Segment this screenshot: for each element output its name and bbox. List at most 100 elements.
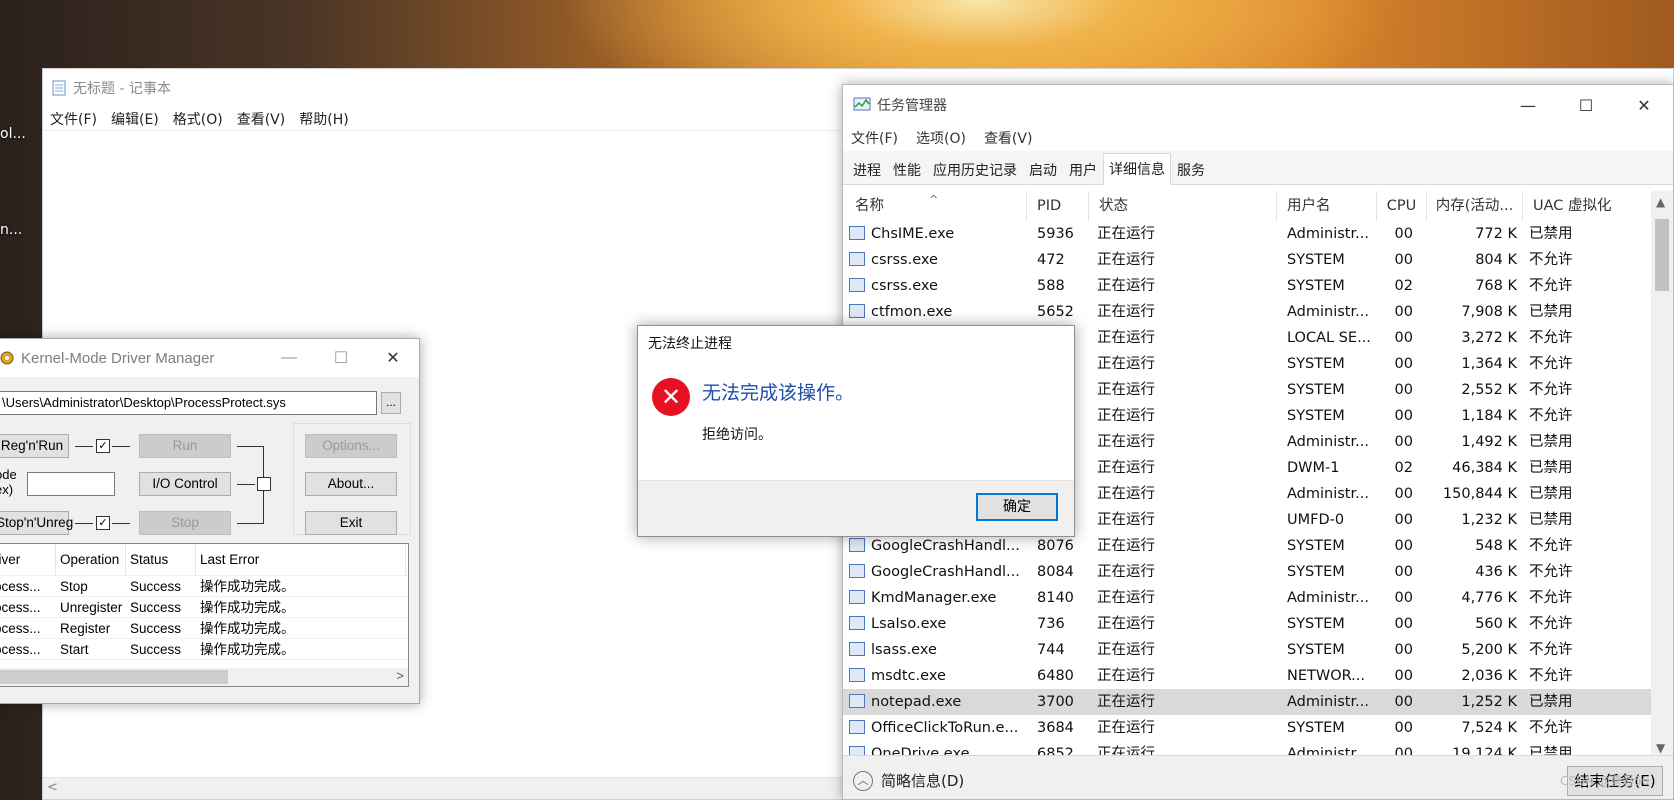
column-header-last-error[interactable]: Last Error bbox=[196, 544, 406, 576]
io-control-button[interactable]: I/O Control bbox=[139, 472, 231, 496]
log-operation: Register bbox=[60, 621, 111, 636]
column-header-status[interactable]: Status bbox=[126, 544, 196, 576]
close-button[interactable]: ✕ bbox=[367, 339, 419, 377]
column-header-pid[interactable]: PID bbox=[1027, 191, 1089, 221]
process-pid: 3700 bbox=[1037, 694, 1074, 710]
close-button[interactable]: ✕ bbox=[1615, 85, 1673, 125]
tab-app-history[interactable]: 应用历史记录 bbox=[927, 156, 1023, 184]
process-user: SYSTEM bbox=[1287, 382, 1345, 398]
maximize-button[interactable]: ☐ bbox=[1557, 85, 1615, 125]
desktop-icon-label[interactable]: ol... bbox=[0, 126, 26, 142]
error-message: 无法完成该操作。 bbox=[702, 382, 855, 404]
fewer-details-button[interactable]: ︿ 简略信息(D) bbox=[853, 770, 964, 791]
options-button[interactable]: Options... bbox=[305, 434, 397, 458]
column-header-name[interactable]: ^ 名称 bbox=[843, 191, 1027, 221]
column-header-cpu[interactable]: CPU bbox=[1377, 191, 1427, 221]
reg-run-button[interactable]: Reg'n'Run bbox=[0, 434, 69, 458]
list-header-row: river Operation Status Last Error bbox=[0, 544, 408, 576]
column-header-operation[interactable]: Operation bbox=[56, 544, 126, 576]
ok-button[interactable]: 确定 bbox=[976, 493, 1058, 521]
column-header-uac[interactable]: UAC 虚拟化 bbox=[1523, 191, 1653, 221]
io-code-input[interactable] bbox=[27, 472, 115, 496]
tab-performance[interactable]: 性能 bbox=[887, 156, 927, 184]
process-pid: 5652 bbox=[1037, 304, 1074, 320]
menu-view[interactable]: 查看(V) bbox=[984, 128, 1033, 148]
process-memory: 5,200 K bbox=[1461, 642, 1517, 658]
tab-details[interactable]: 详细信息 bbox=[1103, 153, 1171, 185]
task-manager-vertical-scrollbar[interactable]: ▲ ▼ bbox=[1651, 191, 1673, 757]
reg-run-checkbox[interactable]: ✓ bbox=[96, 439, 110, 453]
table-row[interactable]: csrss.exe 472 正在运行 SYSTEM 00 804 K 不允许 bbox=[843, 247, 1653, 273]
process-icon bbox=[849, 278, 865, 292]
menu-file[interactable]: 文件(F) bbox=[851, 128, 898, 148]
menu-options[interactable]: 选项(O) bbox=[916, 128, 966, 148]
process-name: GoogleCrashHandl... bbox=[849, 559, 1019, 585]
list-item[interactable]: ocess... Unregister Success 操作成功完成。 bbox=[0, 597, 408, 618]
table-row[interactable]: LsaIso.exe 736 正在运行 SYSTEM 00 560 K 不允许 bbox=[843, 611, 1653, 637]
process-pid: 3684 bbox=[1037, 720, 1074, 736]
table-row[interactable]: msdtc.exe 6480 正在运行 NETWOR... 00 2,036 K 不允许 bbox=[843, 663, 1653, 689]
scrollbar-thumb[interactable] bbox=[0, 670, 228, 684]
task-manager-titlebar[interactable]: 任务管理器 — ☐ ✕ bbox=[843, 85, 1673, 125]
log-operation: Start bbox=[60, 642, 89, 657]
table-row[interactable]: ctfmon.exe 5652 正在运行 Administr... 00 7,908 K 已… bbox=[843, 299, 1653, 325]
tab-services[interactable]: 服务 bbox=[1171, 156, 1211, 184]
menu-help[interactable]: 帮助(H) bbox=[299, 109, 348, 129]
run-button[interactable]: Run bbox=[139, 434, 231, 458]
tab-startup[interactable]: 启动 bbox=[1023, 156, 1063, 184]
kdm-titlebar[interactable]: Kernel-Mode Driver Manager — ☐ ✕ bbox=[0, 339, 419, 377]
menu-view[interactable]: 查看(V) bbox=[237, 109, 286, 129]
process-name: OfficeClickToRun.e... bbox=[849, 715, 1019, 741]
operation-log-list[interactable]: river Operation Status Last Error ocess.… bbox=[0, 543, 409, 687]
desktop-icon-label[interactable]: n... bbox=[0, 222, 22, 238]
process-cpu: 00 bbox=[1394, 434, 1413, 450]
column-header-driver[interactable]: river bbox=[0, 544, 56, 576]
process-name: ctfmon.exe bbox=[849, 299, 1019, 325]
table-row[interactable]: KmdManager.exe 8140 正在运行 Administr... 00 4,77… bbox=[843, 585, 1653, 611]
exit-button[interactable]: Exit bbox=[305, 511, 397, 535]
minimize-button[interactable]: — bbox=[1499, 85, 1557, 125]
process-name: csrss.exe bbox=[849, 273, 1019, 299]
connector-line bbox=[237, 523, 263, 524]
process-name: csrss.exe bbox=[849, 247, 1019, 273]
driver-path-field[interactable]: \Users\Administrator\Desktop\ProcessProt… bbox=[0, 391, 377, 415]
table-row[interactable]: ChsIME.exe 5936 正在运行 Administr... 00 772 K 已禁用 bbox=[843, 221, 1653, 247]
menu-edit[interactable]: 编辑(E) bbox=[111, 109, 159, 129]
tab-processes[interactable]: 进程 bbox=[847, 156, 887, 184]
minimize-button[interactable]: — bbox=[263, 339, 315, 377]
table-row[interactable]: OfficeClickToRun.e... 3684 正在运行 SYSTEM 00 7,5… bbox=[843, 715, 1653, 741]
stop-unreg-checkbox[interactable]: ✓ bbox=[96, 516, 110, 530]
table-row[interactable]: notepad.exe 3700 正在运行 Administr... 00 1,252 K… bbox=[843, 689, 1653, 715]
menu-file[interactable]: 文件(F) bbox=[50, 109, 97, 129]
process-user: Administr... bbox=[1287, 486, 1369, 502]
process-icon bbox=[849, 538, 865, 552]
list-item[interactable]: ocess... Register Success 操作成功完成。 bbox=[0, 618, 408, 639]
stop-unreg-button[interactable]: Stop'n'Unreg bbox=[0, 511, 73, 535]
table-row[interactable]: lsass.exe 744 正在运行 SYSTEM 00 5,200 K 不允许 bbox=[843, 637, 1653, 663]
process-pid: 588 bbox=[1037, 278, 1065, 294]
scroll-left-icon[interactable]: < bbox=[47, 780, 58, 795]
scroll-right-icon[interactable]: > bbox=[396, 668, 404, 683]
process-icon bbox=[849, 616, 865, 630]
list-item[interactable]: ocess... Stop Success 操作成功完成。 bbox=[0, 576, 408, 597]
scrollbar-thumb[interactable] bbox=[1655, 219, 1669, 291]
io-control-checkbox[interactable] bbox=[257, 477, 271, 491]
column-header-user[interactable]: 用户名 bbox=[1277, 191, 1377, 221]
column-header-memory[interactable]: 内存(活动... bbox=[1427, 191, 1523, 221]
menu-format[interactable]: 格式(O) bbox=[173, 109, 223, 129]
tab-users[interactable]: 用户 bbox=[1063, 156, 1103, 184]
column-header-status[interactable]: 状态 bbox=[1089, 191, 1277, 221]
table-row[interactable]: GoogleCrashHandl... 8084 正在运行 SYSTEM 00 436 K… bbox=[843, 559, 1653, 585]
kernel-driver-manager-window[interactable]: Kernel-Mode Driver Manager — ☐ ✕ \Users\… bbox=[0, 338, 420, 704]
error-dialog[interactable]: 无法终止进程 ✕ 无法完成该操作。 拒绝访问。 确定 bbox=[637, 325, 1075, 537]
about-button[interactable]: About... bbox=[305, 472, 397, 496]
browse-button[interactable]: ... bbox=[381, 392, 401, 414]
scroll-down-icon[interactable]: ▼ bbox=[1656, 741, 1665, 755]
process-icon bbox=[849, 564, 865, 578]
list-item[interactable]: ocess... Start Success 操作成功完成。 bbox=[0, 639, 408, 660]
log-horizontal-scrollbar[interactable]: > bbox=[0, 668, 408, 686]
table-row[interactable]: csrss.exe 588 正在运行 SYSTEM 02 768 K 不允许 bbox=[843, 273, 1653, 299]
scroll-up-icon[interactable]: ▲ bbox=[1656, 195, 1665, 209]
stop-button[interactable]: Stop bbox=[139, 511, 231, 535]
log-last-error: 操作成功完成。 bbox=[200, 621, 295, 636]
